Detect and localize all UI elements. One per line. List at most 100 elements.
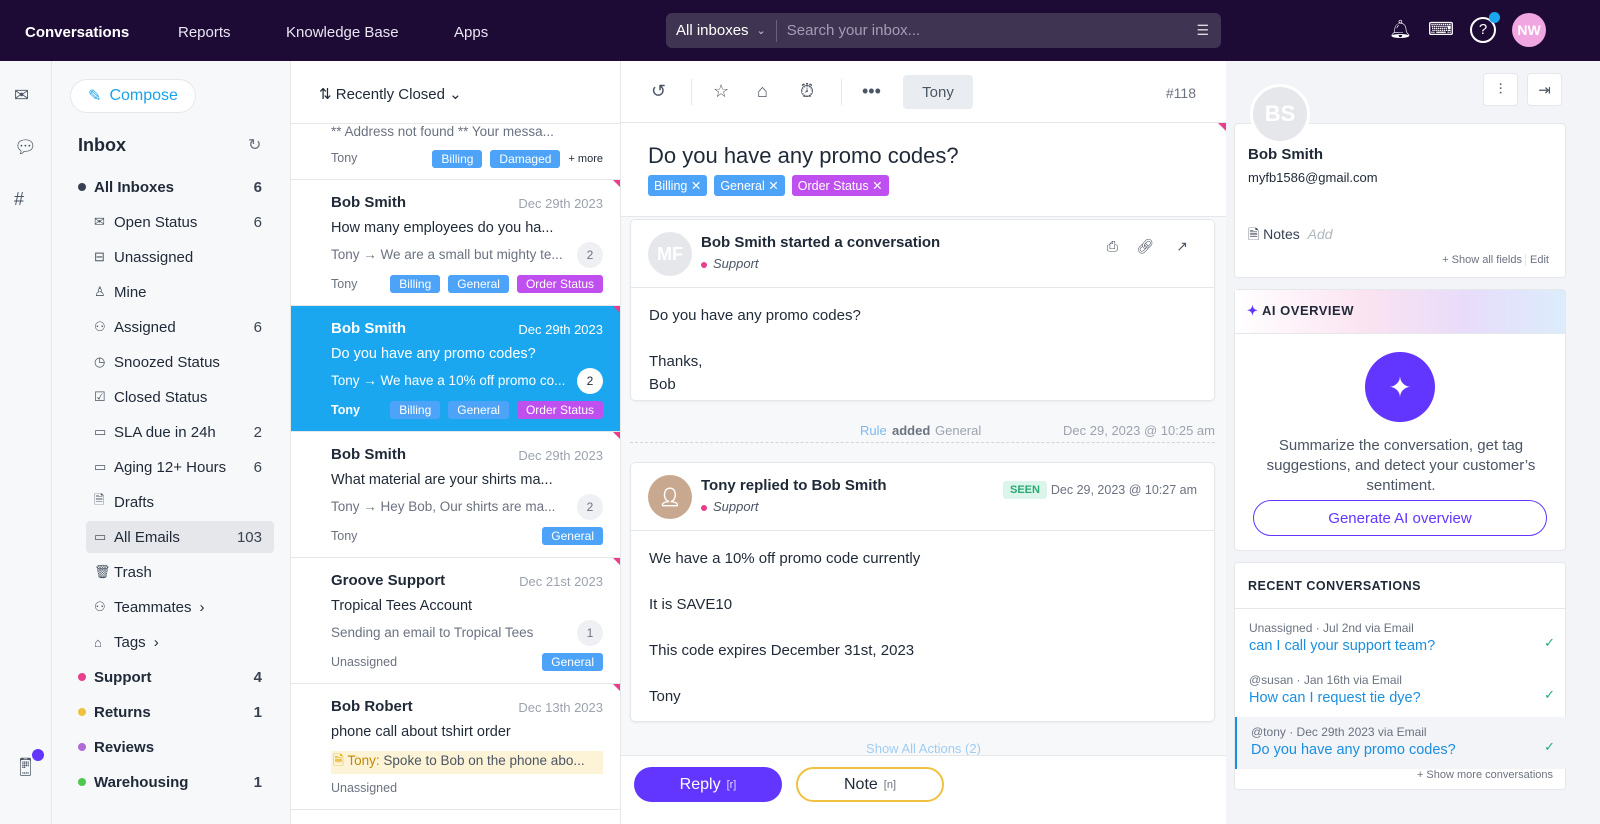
- tag-billing[interactable]: Billing ✕: [648, 175, 708, 196]
- pencil-icon: ✎: [88, 88, 102, 105]
- sidebar-item-mine[interactable]: ♙ Mine: [94, 276, 274, 308]
- dot-icon: [78, 183, 86, 191]
- compose-button[interactable]: ✎ Compose: [70, 79, 196, 113]
- snooze-alarm-icon[interactable]: ⏰︎: [800, 81, 814, 102]
- star-icon[interactable]: ☆: [713, 81, 729, 102]
- recent-conversation[interactable]: Unassigned · Jul 2nd via Email can I call…: [1235, 613, 1567, 665]
- keyboard-icon[interactable]: ⌨: [1428, 19, 1454, 40]
- sidebar-item-unassigned[interactable]: ⊟ Unassigned: [94, 241, 274, 273]
- sidebar-item-snoozed-status[interactable]: ◷ Snoozed Status: [94, 346, 274, 378]
- collapse-panel-icon[interactable]: ⇥: [1527, 73, 1562, 106]
- recent-conversation[interactable]: @susan · Jan 16th via Email How can I req…: [1235, 665, 1567, 717]
- sidebar-item-aging-12-hours[interactable]: ▭ Aging 12+ Hours 6: [94, 451, 274, 483]
- refresh-icon[interactable]: ↻: [248, 135, 261, 155]
- item-label: Closed Status: [114, 388, 208, 406]
- recent-conversation[interactable]: @tony · Dec 29th 2023 via Email Do you ha…: [1235, 717, 1567, 769]
- item-label: Unassigned: [114, 248, 194, 266]
- card-name: Bob Robert: [331, 698, 413, 715]
- show-all-fields[interactable]: + Show all fields: [1442, 254, 1522, 266]
- inbox-select[interactable]: All inboxes ⌄: [666, 19, 777, 42]
- sidebar-item-open-status[interactable]: ✉ Open Status 6: [94, 206, 274, 238]
- card-note-preview: 🗎 Tony: Spoke to Bob on the phone abo...: [331, 751, 603, 774]
- sidebar-item-tags[interactable]: ⌂ Tags ›: [94, 626, 274, 658]
- more-icon[interactable]: •••: [862, 81, 881, 102]
- sidebar-item-closed-status[interactable]: ☑ Closed Status: [94, 381, 274, 413]
- sidebar-item-teammates[interactable]: ⚇ Teammates ›: [94, 591, 274, 623]
- conversation-card[interactable]: Bob Smith Dec 29th 2023 How many employe…: [291, 180, 620, 306]
- assignee-button[interactable]: Tony: [903, 75, 973, 109]
- nav-knowledge-base[interactable]: Knowledge Base: [286, 24, 399, 41]
- filter-icon[interactable]: ☰: [1184, 22, 1221, 39]
- card-preview: Sending an email to Tropical Tees: [331, 625, 534, 640]
- sidebar-item-warehousing[interactable]: Warehousing 1: [78, 766, 274, 798]
- message-count: 2: [577, 242, 603, 268]
- sidebar-item-assigned[interactable]: ⚇ Assigned 6: [94, 311, 274, 343]
- tag-icon[interactable]: ⌂: [757, 81, 768, 102]
- card-name: Bob Smith: [331, 446, 406, 463]
- contact-avatar: BS: [1250, 84, 1310, 144]
- sidebar-item-support[interactable]: Support 4: [78, 661, 274, 693]
- tag-order-status: Order Status: [516, 275, 603, 293]
- note-button[interactable]: Note [n]: [796, 767, 944, 802]
- external-link-icon[interactable]: ↗: [1176, 238, 1188, 255]
- more-tags[interactable]: + more: [568, 150, 603, 168]
- nav-reports[interactable]: Reports: [178, 24, 231, 41]
- mail-icon[interactable]: ✉: [14, 85, 29, 106]
- show-more-conversations[interactable]: + Show more conversations: [1417, 769, 1553, 781]
- conversation-card[interactable]: Bob Smith Dec 29th 2023 Do you have any …: [291, 306, 620, 432]
- conversation-card[interactable]: Groove Support Dec 21st 2023 Tropical Te…: [291, 558, 620, 684]
- chat-icon[interactable]: 💬︎: [14, 137, 37, 158]
- sidebar-item-all-inboxes[interactable]: All Inboxes 6: [78, 171, 274, 203]
- recent-subject[interactable]: can I call your support team?: [1249, 638, 1553, 654]
- nav-conversations[interactable]: Conversations: [25, 24, 129, 41]
- message-line: It is SAVE10: [649, 596, 733, 613]
- user-avatar[interactable]: NW: [1512, 13, 1546, 47]
- search-input[interactable]: [776, 22, 1185, 39]
- rule-link[interactable]: Rule: [860, 423, 887, 438]
- item-label: Assigned: [114, 318, 176, 336]
- folder-icon: ⚇: [94, 599, 106, 614]
- item-label: All Inboxes: [94, 178, 175, 196]
- tag-order-status[interactable]: Order Status ✕: [791, 175, 889, 196]
- item-label: SLA due in 24h: [114, 423, 216, 441]
- conversation-card[interactable]: Bob Robert Dec 13th 2023 phone call abou…: [291, 684, 620, 810]
- folder-icon: ⚇: [94, 319, 106, 334]
- note-icon: 🗎: [333, 753, 344, 768]
- ai-description: Summarize the conversation, get tag sugg…: [1266, 437, 1536, 494]
- sidebar-item-sla-due-in-24h[interactable]: ▭ SLA due in 24h 2: [94, 416, 274, 448]
- contact-email[interactable]: myfb1586@gmail.com: [1248, 170, 1378, 185]
- recent-subject[interactable]: Do you have any promo codes?: [1251, 742, 1553, 758]
- edit-contact[interactable]: Edit: [1525, 254, 1549, 266]
- recent-subject[interactable]: How can I request tie dye?: [1249, 690, 1553, 706]
- show-all-actions[interactable]: Show All Actions (2): [621, 741, 1226, 756]
- phone-icon[interactable]: 📱︎: [14, 757, 37, 778]
- sidebar-item-trash[interactable]: 🗑 Trash: [94, 556, 274, 588]
- settings-sliders-icon[interactable]: ⫶: [1483, 73, 1518, 106]
- reply-button[interactable]: Reply [r]: [634, 767, 782, 802]
- print-icon[interactable]: ⎙: [1107, 238, 1118, 255]
- item-count: 1: [253, 773, 262, 791]
- item-count: 6: [253, 458, 262, 476]
- check-icon: ✓: [1544, 687, 1555, 702]
- add-note[interactable]: Add: [1308, 226, 1333, 242]
- sort-dropdown[interactable]: ⇅ Recently Closed ⌄: [319, 85, 462, 103]
- sidebar-item-drafts[interactable]: 🗎 Drafts: [94, 486, 274, 518]
- search-bar: All inboxes ⌄ ☰: [666, 13, 1221, 48]
- nav-apps[interactable]: Apps: [454, 24, 488, 41]
- generate-ai-overview-button[interactable]: Generate AI overview: [1253, 500, 1547, 536]
- channel-icon[interactable]: #: [14, 189, 24, 210]
- link-icon[interactable]: 🔗︎: [1136, 238, 1154, 255]
- conversation-card[interactable]: Bob Smith Dec 29th 2023 What material ar…: [291, 432, 620, 558]
- sidebar-item-reviews[interactable]: Reviews: [78, 731, 274, 763]
- rule-event: Rule added General Dec 29, 2023 @ 10:25 …: [630, 423, 1215, 443]
- seen-badge: SEEN: [1003, 481, 1047, 499]
- sidebar-item-all-emails[interactable]: ▭ All Emails 103: [86, 521, 274, 553]
- tag-general[interactable]: General ✕: [714, 175, 785, 196]
- reopen-icon[interactable]: ↺: [651, 81, 666, 102]
- conversation-card[interactable]: ** Address not found ** Your messa... To…: [291, 124, 620, 180]
- sidebar-item-returns[interactable]: Returns 1: [78, 696, 274, 728]
- bell-icon[interactable]: 🔔︎: [1389, 19, 1412, 40]
- ai-overview-panel: ✦ AI OVERVIEW ✦ Summarize the conversati…: [1234, 289, 1566, 551]
- message-customer: MF Bob Smith started a conversation Supp…: [630, 219, 1215, 401]
- item-label: Reviews: [94, 738, 155, 756]
